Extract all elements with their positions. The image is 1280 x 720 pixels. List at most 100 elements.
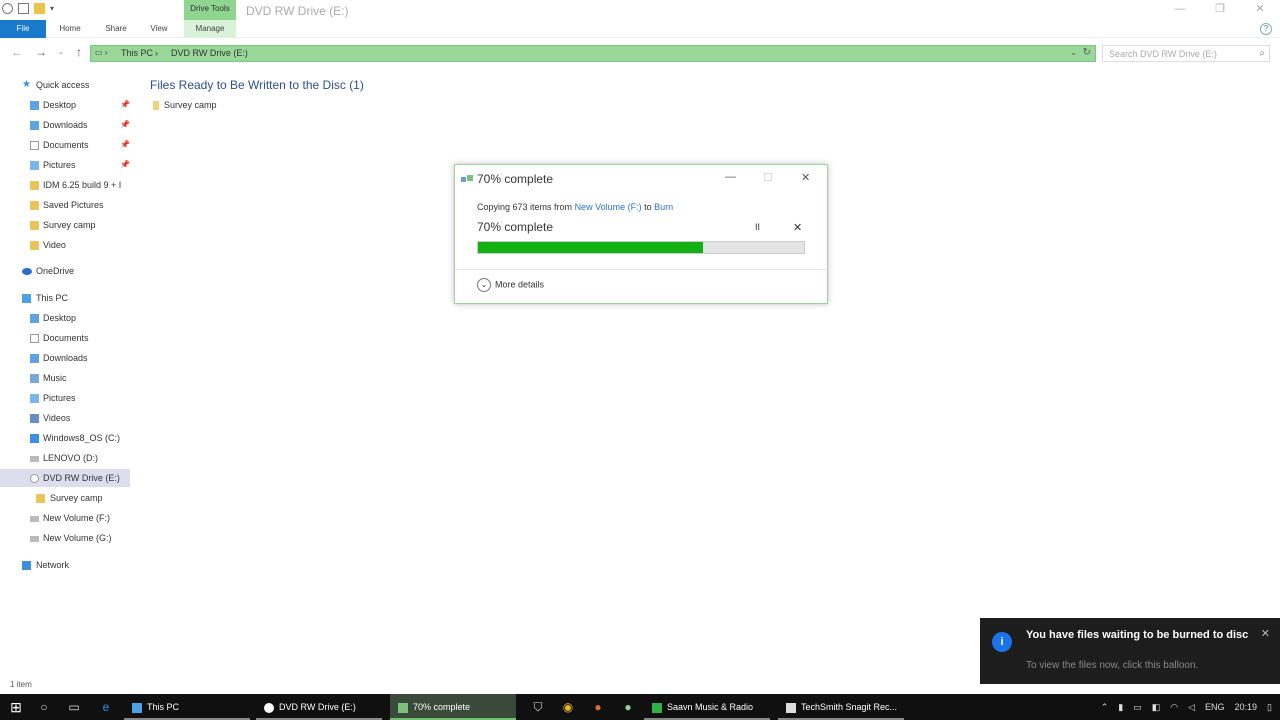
chevron-down-icon[interactable]: ⌄ bbox=[477, 278, 491, 292]
taskbar-app-saavn[interactable]: Saavn Music & Radio bbox=[644, 694, 770, 720]
sidebar-item-drive-e[interactable]: DVD RW Drive (E:) bbox=[0, 469, 130, 487]
pin-icon[interactable]: 📌 bbox=[120, 96, 130, 114]
progress-bar bbox=[477, 241, 805, 254]
sidebar-item-drive-f[interactable]: New Volume (F:) bbox=[0, 509, 130, 527]
dialog-minimize-button[interactable]: — bbox=[725, 171, 736, 183]
action-icon[interactable]: ◧ bbox=[1152, 702, 1161, 713]
sidebar-label: Documents bbox=[43, 333, 89, 343]
file-group-header[interactable]: Files Ready to Be Written to the Disc (1… bbox=[150, 78, 364, 92]
sidebar-item-pc-desktop[interactable]: Desktop bbox=[0, 309, 130, 327]
sidebar-item-desktop[interactable]: Desktop 📌 bbox=[0, 96, 130, 114]
wifi-icon[interactable]: ◠ bbox=[1170, 702, 1178, 713]
dialog-close-button[interactable]: ✕ bbox=[801, 171, 810, 184]
search-icon[interactable]: ⌕ bbox=[1259, 48, 1265, 59]
taskbar-app-copy-progress[interactable]: 70% complete bbox=[390, 694, 516, 720]
sidebar-item-pc-downloads[interactable]: Downloads bbox=[0, 349, 130, 367]
green-app-icon[interactable]: ● bbox=[620, 699, 636, 715]
taskbar-app-snagit[interactable]: TechSmith Snagit Rec... bbox=[778, 694, 904, 720]
properties-icon[interactable] bbox=[18, 3, 29, 14]
pin-icon[interactable]: 📌 bbox=[120, 136, 130, 154]
pin-icon[interactable]: 📌 bbox=[120, 116, 130, 134]
source-link[interactable]: New Volume (F:) bbox=[575, 202, 642, 212]
notification-center-icon[interactable]: ▯ bbox=[1267, 702, 1272, 713]
sidebar-label: Survey camp bbox=[43, 220, 96, 230]
sidebar-label: This PC bbox=[36, 293, 69, 303]
pin-icon[interactable]: 📌 bbox=[120, 156, 130, 174]
usb-icon[interactable]: ▮ bbox=[1118, 702, 1123, 713]
battery-icon[interactable]: ▭ bbox=[1133, 702, 1142, 713]
sidebar-item-drive-e-survey-camp[interactable]: Survey camp bbox=[0, 489, 130, 507]
edge-browser-icon[interactable]: e bbox=[98, 699, 114, 715]
drive-tools-context-label: Drive Tools bbox=[184, 0, 236, 20]
sidebar-label: Videos bbox=[43, 413, 71, 423]
breadcrumb-dvd-drive[interactable]: DVD RW Drive (E:) bbox=[171, 48, 248, 58]
back-arrow-icon[interactable]: ← bbox=[10, 45, 24, 59]
sidebar-item-documents[interactable]: Documents 📌 bbox=[0, 136, 130, 154]
sidebar-item-downloads[interactable]: Downloads 📌 bbox=[0, 116, 130, 134]
tab-manage[interactable]: Manage bbox=[184, 20, 236, 38]
refresh-icon[interactable]: ↻ bbox=[1083, 47, 1091, 58]
tab-home[interactable]: Home bbox=[52, 20, 88, 38]
maximize-button[interactable]: ❐ bbox=[1200, 0, 1240, 20]
start-windows-icon[interactable]: ⊞ bbox=[8, 699, 24, 715]
sidebar-item-video[interactable]: Video bbox=[0, 236, 130, 254]
sidebar-label: DVD RW Drive (E:) bbox=[43, 473, 120, 483]
pause-button[interactable]: II bbox=[755, 222, 760, 232]
sidebar-item-drive-c[interactable]: Windows8_OS (C:) bbox=[0, 429, 130, 447]
language-indicator[interactable]: ENG bbox=[1205, 702, 1225, 712]
folder-icon bbox=[30, 181, 39, 190]
sidebar-item-pc-music[interactable]: Music bbox=[0, 369, 130, 387]
sidebar-item-pictures[interactable]: Pictures 📌 bbox=[0, 156, 130, 174]
clock[interactable]: 20:19 bbox=[1235, 702, 1258, 712]
customize-qat-icon[interactable]: ▾ bbox=[50, 3, 56, 14]
store-icon[interactable]: ⛉ bbox=[530, 699, 546, 715]
sidebar-item-survey-camp[interactable]: Survey camp bbox=[0, 216, 130, 234]
cancel-copy-button[interactable]: ✕ bbox=[793, 221, 802, 234]
new-folder-icon[interactable] bbox=[34, 3, 45, 14]
sidebar-item-network[interactable]: Network bbox=[0, 556, 130, 574]
volume-icon[interactable]: ◁ bbox=[1188, 702, 1195, 713]
destination-link[interactable]: Burn bbox=[654, 202, 673, 212]
taskbar-app-dvd-drive[interactable]: DVD RW Drive (E:) bbox=[256, 694, 382, 720]
tab-file[interactable]: File bbox=[0, 20, 46, 38]
window-icon[interactable] bbox=[2, 3, 13, 14]
notification-close-icon[interactable]: ✕ bbox=[1261, 627, 1270, 640]
downloads-icon bbox=[30, 354, 39, 363]
recent-locations-chevron-icon[interactable]: ⌄ bbox=[54, 45, 68, 59]
show-hidden-icons-chevron-icon[interactable]: ⌃ bbox=[1101, 702, 1109, 713]
taskbar-app-this-pc[interactable]: This PC bbox=[124, 694, 250, 720]
tab-share[interactable]: Share bbox=[98, 20, 134, 38]
more-details-toggle[interactable]: ⌄ More details bbox=[477, 278, 544, 292]
chrome-icon[interactable]: ◉ bbox=[560, 699, 576, 715]
sidebar-item-drive-g[interactable]: New Volume (G:) bbox=[0, 529, 130, 547]
sidebar-label: Saved Pictures bbox=[43, 200, 104, 210]
cortana-search-icon[interactable]: ○ bbox=[36, 699, 52, 715]
address-dropdown-icon[interactable]: ⌄ bbox=[1070, 48, 1077, 57]
firefox-icon[interactable]: ● bbox=[590, 699, 606, 715]
task-view-icon[interactable]: ▭ bbox=[66, 699, 82, 715]
sidebar-label: Pictures bbox=[43, 160, 76, 170]
info-icon: i bbox=[992, 632, 1012, 652]
up-arrow-icon[interactable]: ↑ bbox=[72, 45, 86, 59]
sidebar-item-idm[interactable]: IDM 6.25 build 9 + I bbox=[0, 176, 130, 194]
sidebar-item-quick-access[interactable]: ★ Quick access bbox=[0, 76, 130, 94]
more-details-label: More details bbox=[495, 279, 545, 290]
breadcrumb-separator-icon: › bbox=[155, 48, 158, 58]
minimize-button[interactable]: — bbox=[1160, 0, 1200, 20]
sidebar-item-this-pc[interactable]: This PC bbox=[0, 289, 130, 307]
sidebar-item-saved-pictures[interactable]: Saved Pictures bbox=[0, 196, 130, 214]
sidebar-item-drive-d[interactable]: LENOVO (D:) bbox=[0, 449, 130, 467]
close-button[interactable]: ✕ bbox=[1240, 0, 1280, 20]
forward-arrow-icon[interactable]: → bbox=[34, 45, 48, 59]
sidebar-item-pc-pictures[interactable]: Pictures bbox=[0, 389, 130, 407]
search-box[interactable]: Search DVD RW Drive (E:) ⌕ bbox=[1102, 45, 1270, 62]
sidebar-label: Pictures bbox=[43, 393, 76, 403]
sidebar-item-pc-documents[interactable]: Documents bbox=[0, 329, 130, 347]
help-icon[interactable]: ? bbox=[1260, 23, 1272, 35]
burn-notification-balloon[interactable]: i You have files waiting to be burned to… bbox=[980, 618, 1280, 684]
breadcrumb-this-pc[interactable]: This PC bbox=[121, 48, 153, 58]
sidebar-item-onedrive[interactable]: OneDrive bbox=[0, 262, 130, 280]
sidebar-item-pc-videos[interactable]: Videos bbox=[0, 409, 130, 427]
address-bar[interactable]: ▭ › This PC › DVD RW Drive (E:) ⌄ ↻ bbox=[90, 45, 1096, 62]
tab-view[interactable]: View bbox=[144, 20, 174, 38]
